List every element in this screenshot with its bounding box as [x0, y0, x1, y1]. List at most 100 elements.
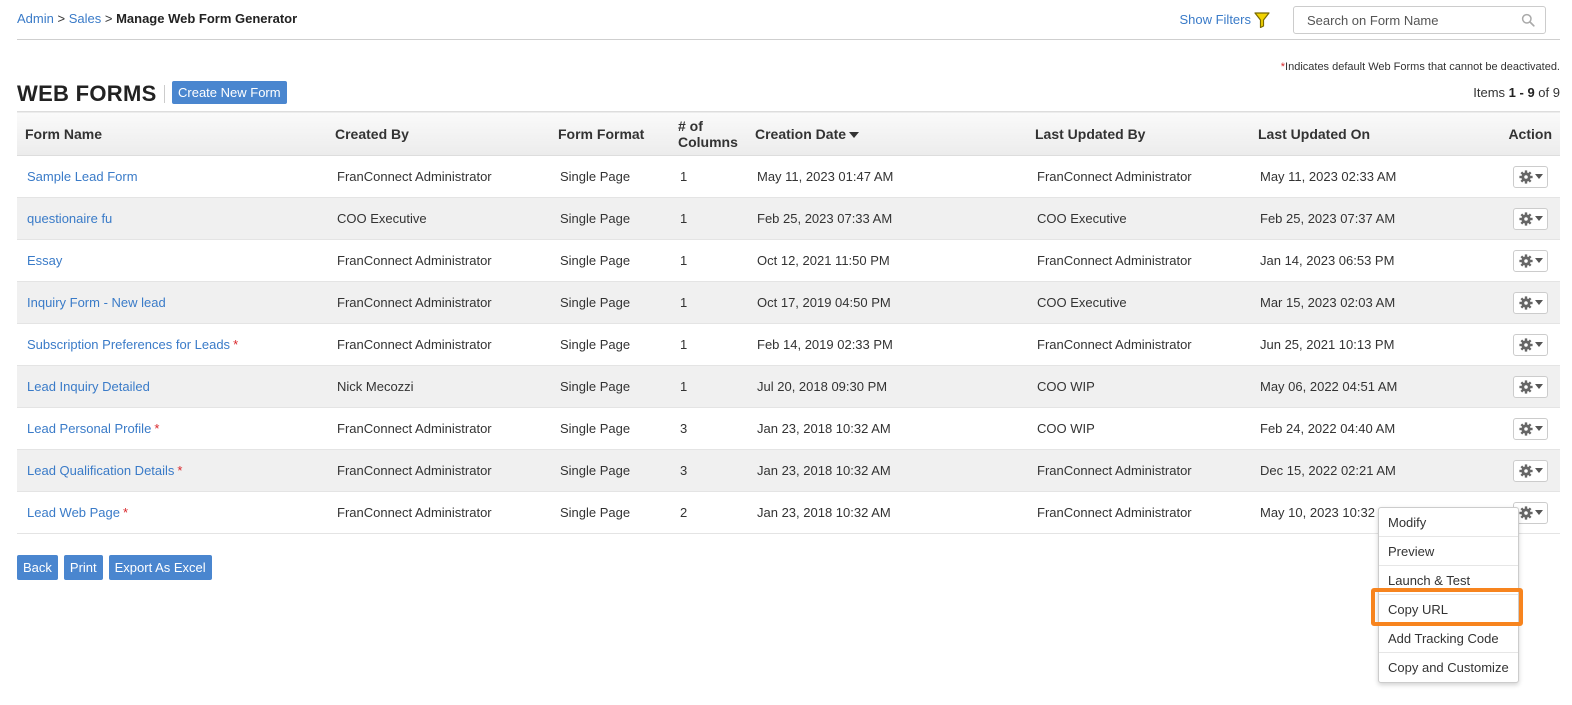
action-dropdown-menu: Modify Preview Launch & Test Copy URL Ad… — [1378, 507, 1519, 683]
gear-icon — [1518, 379, 1533, 394]
menu-item-launch-test[interactable]: Launch & Test — [1379, 566, 1518, 595]
column-header-created-by[interactable]: Created By — [327, 112, 550, 156]
caret-down-icon — [1534, 258, 1543, 263]
cell-creation-date: Jan 23, 2018 10:32 AM — [757, 505, 891, 520]
menu-item-copy-customize[interactable]: Copy and Customize — [1379, 653, 1518, 682]
cell-form-name: Lead Personal Profile * — [17, 408, 327, 450]
cell-last-updated-by: FranConnect Administrator — [1037, 253, 1192, 268]
table-header-row: Form Name Created By Form Format # of Co… — [17, 111, 1560, 156]
cell-last-updated-by: COO WIP — [1037, 379, 1095, 394]
cell-last-updated-on: May 11, 2023 02:33 AM — [1260, 169, 1397, 184]
column-header-creation-date[interactable]: Creation Date — [747, 112, 1027, 156]
column-header-num-columns[interactable]: # of Columns — [670, 112, 747, 156]
cell-last-updated-on: Dec 15, 2022 02:21 AM — [1260, 463, 1396, 478]
web-forms-table: Form Name Created By Form Format # of Co… — [17, 111, 1560, 534]
cell-form-name: Subscription Preferences for Leads * — [17, 324, 327, 366]
action-gear-button[interactable] — [1513, 207, 1548, 230]
form-name-link[interactable]: Lead Personal Profile — [27, 421, 151, 436]
caret-down-icon — [1534, 510, 1543, 515]
cell-created-by: FranConnect Administrator — [337, 169, 492, 184]
cell-form-name: Lead Web Page * — [17, 492, 327, 534]
cell-form-format: Single Page — [560, 379, 631, 394]
footer-buttons: Back Print Export As Excel — [17, 555, 212, 580]
cell-form-format: Single Page — [560, 169, 631, 184]
form-name-link[interactable]: Subscription Preferences for Leads — [27, 337, 230, 352]
table-row: Lead Inquiry Detailed Nick Mecozzi Single … — [17, 365, 1560, 408]
cell-num-columns: 1 — [680, 169, 688, 184]
show-filters-label: Show Filters — [1179, 12, 1251, 27]
cell-last-updated-by: COO WIP — [1037, 421, 1095, 436]
column-header-form-name[interactable]: Form Name — [17, 112, 327, 156]
required-marker: * — [154, 421, 160, 436]
default-forms-note: *Indicates default Web Forms that cannot… — [1281, 61, 1560, 73]
search-icon[interactable] — [1521, 13, 1535, 27]
table-row: Lead Personal Profile * FranConnect Admini… — [17, 408, 1560, 450]
gear-icon — [1518, 337, 1533, 352]
caret-down-icon — [1534, 342, 1543, 347]
cell-created-by: FranConnect Administrator — [337, 337, 492, 352]
action-gear-button[interactable] — [1513, 417, 1548, 440]
menu-item-add-tracking-code[interactable]: Add Tracking Code — [1379, 624, 1518, 653]
column-header-last-updated-on[interactable]: Last Updated On — [1250, 112, 1480, 156]
column-header-form-format[interactable]: Form Format — [550, 112, 670, 156]
form-name-link[interactable]: Lead Qualification Details — [27, 463, 174, 478]
cell-last-updated-on: Feb 24, 2022 04:40 AM — [1260, 421, 1396, 436]
cell-last-updated-by: COO Executive — [1037, 295, 1127, 310]
form-name-link[interactable]: Lead Inquiry Detailed — [27, 379, 150, 394]
cell-action — [1480, 324, 1560, 366]
breadcrumb-sales[interactable]: Sales — [69, 11, 102, 26]
action-gear-button[interactable] — [1513, 459, 1548, 482]
cell-form-name: questionaire fu — [17, 198, 327, 240]
print-button[interactable]: Print — [63, 555, 103, 580]
cell-created-by: FranConnect Administrator — [337, 421, 492, 436]
form-name-link[interactable]: questionaire fu — [27, 211, 112, 226]
cell-form-format: Single Page — [560, 211, 631, 226]
cell-last-updated-on: Mar 15, 2023 02:03 AM — [1260, 295, 1396, 310]
cell-created-by: COO Executive — [337, 211, 427, 226]
gear-icon — [1518, 421, 1533, 436]
form-name-link[interactable]: Inquiry Form - New lead — [27, 295, 166, 310]
cell-form-name: Lead Inquiry Detailed — [17, 366, 327, 408]
menu-item-preview[interactable]: Preview — [1379, 537, 1518, 566]
breadcrumb-current: Manage Web Form Generator — [116, 11, 298, 26]
search-box — [1293, 6, 1546, 34]
create-new-form-button[interactable]: Create New Form — [172, 81, 287, 104]
cell-num-columns: 2 — [680, 505, 688, 520]
creation-date-label: Creation Date — [755, 125, 847, 142]
required-marker: * — [177, 463, 183, 478]
form-name-link[interactable]: Sample Lead Form — [27, 169, 138, 184]
cell-last-updated-on: Jan 14, 2023 06:53 PM — [1260, 253, 1395, 268]
cell-form-format: Single Page — [560, 421, 631, 436]
action-gear-button[interactable] — [1513, 291, 1548, 314]
cell-form-name: Lead Qualification Details * — [17, 450, 327, 492]
form-name-link[interactable]: Lead Web Page — [27, 505, 120, 520]
items-total: 9 — [1552, 85, 1560, 100]
menu-item-copy-url[interactable]: Copy URL — [1379, 595, 1518, 624]
caret-down-icon — [1534, 300, 1543, 305]
action-gear-button[interactable] — [1513, 165, 1548, 188]
breadcrumb-admin[interactable]: Admin — [17, 11, 54, 26]
action-gear-button[interactable] — [1513, 333, 1548, 356]
cell-action — [1480, 240, 1560, 282]
items-count: Items 1 - 9 of 9 — [1473, 85, 1560, 100]
export-excel-button[interactable]: Export As Excel — [108, 555, 212, 580]
caret-down-icon — [1534, 216, 1543, 221]
cell-created-by: FranConnect Administrator — [337, 505, 492, 520]
table-row: questionaire fu COO Executive Single Page 1… — [17, 197, 1560, 240]
table-row: Sample Lead Form FranConnect Administrato… — [17, 156, 1560, 198]
form-name-link[interactable]: Essay — [27, 253, 62, 268]
back-button[interactable]: Back — [17, 555, 58, 580]
cell-action — [1480, 366, 1560, 408]
action-gear-button[interactable] — [1513, 249, 1548, 272]
menu-item-modify[interactable]: Modify — [1379, 508, 1518, 537]
cell-form-name: Essay — [17, 240, 327, 282]
cell-creation-date: Oct 12, 2021 11:50 PM — [757, 253, 890, 268]
show-filters-link[interactable]: Show Filters — [1179, 12, 1270, 28]
table-row: Subscription Preferences for Leads * FranC… — [17, 324, 1560, 366]
search-input[interactable] — [1294, 7, 1504, 33]
column-header-last-updated-by[interactable]: Last Updated By — [1027, 112, 1250, 156]
cell-last-updated-by: FranConnect Administrator — [1037, 463, 1192, 478]
gear-icon — [1518, 463, 1533, 478]
cell-creation-date: Jul 20, 2018 09:30 PM — [757, 379, 888, 394]
action-gear-button[interactable] — [1513, 375, 1548, 398]
